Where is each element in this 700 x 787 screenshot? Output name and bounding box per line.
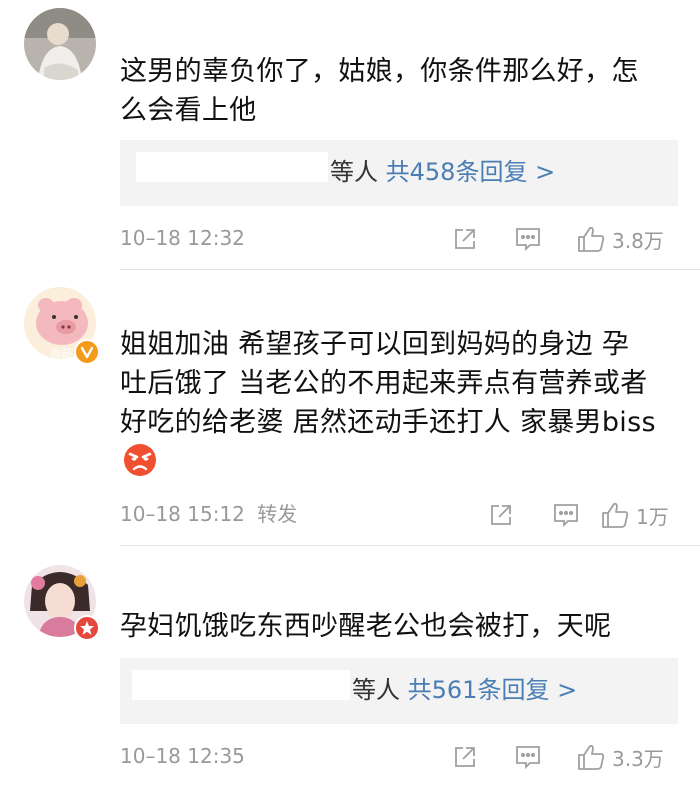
comment-time: 10–18 12:35	[120, 744, 245, 768]
verified-badge	[74, 339, 100, 365]
comment-button[interactable]	[514, 224, 542, 254]
comment-text-line: 吐后饿了 当老公的不用起来弄点有营养或者	[120, 368, 648, 399]
reply-users-label: 等人	[330, 158, 378, 186]
comment-text-line: 么会看上他	[120, 95, 257, 126]
reply-count-link[interactable]: 共561条回复 >	[408, 676, 578, 704]
share-button[interactable]	[452, 224, 478, 254]
share-icon	[455, 747, 475, 767]
reply-preview[interactable]: 等人 共458条回复 >	[120, 140, 678, 206]
forward-link[interactable]: 转发	[257, 502, 297, 526]
like-count: 3.8万	[612, 228, 664, 253]
comment-meta: 10–18 12:35	[120, 741, 245, 771]
comment-icon	[516, 228, 540, 252]
redacted-username	[136, 152, 328, 182]
avatar-caption: 香菇	[50, 347, 72, 360]
reply-users-label: 等人	[352, 676, 400, 704]
verified-badge	[74, 615, 100, 641]
comment-text-line: 孕妇饥饿吃东西吵醒老公也会被打，天呢	[120, 611, 612, 642]
comment-icon	[554, 504, 578, 528]
comment-meta: 10–18 12:32	[120, 223, 245, 253]
comment-button[interactable]	[552, 500, 580, 530]
comment-text: 姐姐加油 希望孩子可以回到妈妈的身边 孕 吐后饿了 当老公的不用起来弄点有营养或…	[120, 325, 680, 442]
share-button[interactable]	[488, 500, 514, 530]
comment-text-line: 好吃的给老婆 居然还动手还打人 家暴男biss	[120, 407, 656, 438]
comment-time: 10–18 12:32	[120, 226, 245, 250]
like-count: 1万	[636, 504, 669, 529]
comment-time: 10–18 15:12	[120, 502, 245, 526]
thumbs-up-icon	[602, 502, 629, 528]
reply-summary[interactable]: 等人 共561条回复 >	[352, 658, 577, 724]
reply-summary[interactable]: 等人 共458条回复 >	[330, 140, 555, 206]
reply-count-link[interactable]: 共458条回复 >	[386, 158, 556, 186]
comment-text: 孕妇饥饿吃东西吵醒老公也会被打，天呢	[120, 607, 680, 646]
reply-preview[interactable]: 等人 共561条回复 >	[120, 658, 678, 724]
share-button[interactable]	[452, 742, 478, 772]
comment-button[interactable]	[514, 742, 542, 772]
like-button[interactable]: 3.8万	[576, 224, 664, 254]
share-icon	[455, 229, 475, 249]
comment-text: 这男的辜负你了，姑娘，你条件那么好，怎 么会看上他	[120, 52, 680, 130]
share-icon	[491, 505, 511, 525]
like-count: 3.3万	[612, 746, 664, 771]
comment-text-line: 这男的辜负你了，姑娘，你条件那么好，怎	[120, 56, 639, 87]
thumbs-up-icon	[578, 226, 605, 252]
avatar[interactable]	[24, 8, 96, 80]
comment-icon	[516, 746, 540, 770]
comment-text-line: 姐姐加油 希望孩子可以回到妈妈的身边 孕	[120, 329, 630, 360]
like-button[interactable]: 1万	[600, 500, 669, 530]
redacted-username	[132, 670, 350, 700]
like-button[interactable]: 3.3万	[576, 742, 664, 772]
angry-face-emoji	[124, 444, 156, 476]
divider	[120, 269, 700, 270]
divider	[120, 545, 700, 546]
thumbs-up-icon	[578, 744, 605, 770]
comment-meta: 10–18 15:12 转发	[120, 499, 297, 529]
